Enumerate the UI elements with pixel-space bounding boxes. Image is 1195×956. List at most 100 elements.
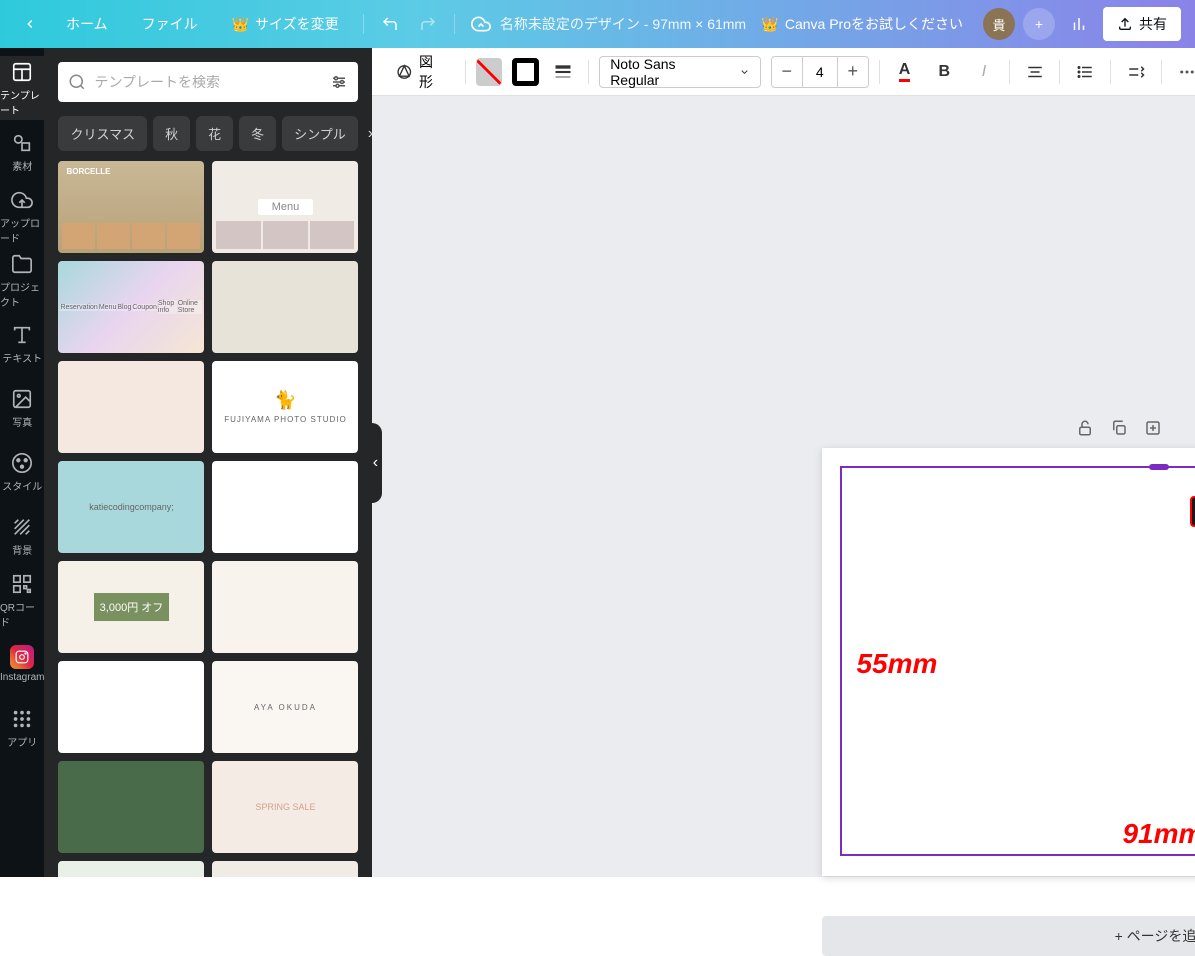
- template-thumbnail[interactable]: SPRING SALE: [212, 761, 358, 853]
- tmpl-text: 3,000円 オフ: [94, 593, 170, 621]
- canvas-area[interactable]: 幅：91 高さ：55 55mm 91mm + ページを追加: [372, 96, 1195, 877]
- size-increase[interactable]: +: [838, 61, 868, 82]
- border-color[interactable]: [512, 58, 539, 86]
- crown-icon: 👑: [232, 16, 249, 33]
- template-thumbnail[interactable]: [58, 161, 204, 253]
- filter-icon[interactable]: [330, 73, 348, 91]
- font-size-group: − 4 +: [771, 56, 869, 88]
- lock-button[interactable]: [1073, 416, 1097, 440]
- border-style[interactable]: [549, 56, 579, 88]
- template-thumbnail[interactable]: [212, 561, 358, 653]
- sb-label: Instagram: [0, 672, 44, 683]
- size-value[interactable]: 4: [802, 57, 838, 87]
- text-color[interactable]: A: [890, 56, 920, 88]
- template-thumbnail[interactable]: [212, 461, 358, 553]
- sidebar-item-apps[interactable]: アプリ: [0, 696, 44, 760]
- sidebar-item-instagram[interactable]: Instagram: [0, 632, 44, 696]
- upload-icon: [1117, 16, 1133, 32]
- sb-label: 素材: [12, 158, 32, 173]
- italic-button[interactable]: I: [969, 56, 999, 88]
- share-label: 共有: [1139, 14, 1167, 34]
- size-decrease[interactable]: −: [772, 61, 802, 82]
- sidebar-item-template[interactable]: テンプレート: [0, 56, 44, 120]
- pro-label: Canva Proをお試しください: [785, 14, 963, 34]
- folder-icon: [10, 252, 34, 276]
- fill-color[interactable]: [476, 58, 502, 86]
- add-page-bar[interactable]: + ページを追加: [822, 916, 1195, 956]
- home-button[interactable]: ホーム: [52, 7, 122, 41]
- search-icon: [68, 73, 86, 91]
- tag-item[interactable]: 花: [196, 116, 233, 151]
- template-thumbnail[interactable]: [212, 261, 358, 353]
- add-member-button[interactable]: +: [1023, 8, 1055, 40]
- left-sidebar: テンプレート 素材 アップロード プロジェクト テキスト 写真 スタイル 背景: [0, 48, 44, 877]
- stats-button[interactable]: [1063, 8, 1095, 40]
- edit-shape-button[interactable]: 図形: [386, 56, 454, 88]
- tmpl-text: SPRING SALE: [255, 802, 315, 812]
- back-button[interactable]: [14, 8, 46, 40]
- tag-item[interactable]: シンプル: [282, 116, 358, 151]
- more-button[interactable]: [1172, 56, 1195, 88]
- template-thumbnail[interactable]: [58, 761, 204, 853]
- avatar[interactable]: 貴: [983, 8, 1015, 40]
- add-page-button[interactable]: [1141, 416, 1165, 440]
- canvas-wrap: 図形 Noto Sans Regular − 4 + A B I: [372, 48, 1195, 877]
- sb-label: 写真: [12, 414, 32, 429]
- collapse-panel-button[interactable]: ‹: [368, 423, 382, 503]
- share-button[interactable]: 共有: [1103, 7, 1181, 41]
- template-thumbnail[interactable]: katiecodingcompany;: [58, 461, 204, 553]
- shape-label: 図形: [419, 52, 445, 92]
- tmpl-text: katiecodingcompany;: [89, 502, 174, 512]
- file-menu[interactable]: ファイル: [128, 7, 212, 41]
- selection-handle[interactable]: [1149, 464, 1169, 470]
- elements-icon: [10, 131, 34, 155]
- instagram-icon: [10, 645, 34, 669]
- sidebar-item-text[interactable]: テキスト: [0, 312, 44, 376]
- font-select[interactable]: Noto Sans Regular: [599, 56, 761, 88]
- redo-button[interactable]: [412, 8, 444, 40]
- sidebar-item-qrcode[interactable]: QRコード: [0, 568, 44, 632]
- template-thumbnail[interactable]: AYA OKUDA: [212, 661, 358, 753]
- style-icon: [10, 451, 34, 475]
- resize-button[interactable]: 👑 サイズを変更: [218, 7, 353, 41]
- template-thumbnail[interactable]: [58, 661, 204, 753]
- apps-icon: [10, 707, 34, 731]
- list-button[interactable]: [1070, 56, 1100, 88]
- sidebar-item-photo[interactable]: 写真: [0, 376, 44, 440]
- template-thumbnail[interactable]: [58, 361, 204, 453]
- page-canvas[interactable]: 幅：91 高さ：55 55mm 91mm: [822, 448, 1195, 876]
- duplicate-button[interactable]: [1107, 416, 1131, 440]
- bold-button[interactable]: B: [929, 56, 959, 88]
- qrcode-icon: [10, 572, 34, 596]
- sidebar-item-background[interactable]: 背景: [0, 504, 44, 568]
- template-thumbnail[interactable]: Menu: [212, 161, 358, 253]
- text-icon: [10, 323, 34, 347]
- tag-item[interactable]: 冬: [239, 116, 276, 151]
- upload-icon: [10, 188, 34, 212]
- sb-label: QRコード: [0, 599, 44, 629]
- template-icon: [10, 60, 34, 84]
- template-thumbnail[interactable]: 3,000円 オフ: [58, 561, 204, 653]
- sidebar-item-style[interactable]: スタイル: [0, 440, 44, 504]
- template-thumbnail[interactable]: 🐈FUJIYAMA PHOTO STUDIO: [212, 361, 358, 453]
- pro-cta[interactable]: 👑 Canva Proをお試しください: [749, 7, 975, 41]
- sidebar-item-elements[interactable]: 素材: [0, 120, 44, 184]
- resize-label: サイズを変更: [255, 14, 339, 34]
- sidebar-item-project[interactable]: プロジェクト: [0, 248, 44, 312]
- tmpl-text: AYA OKUDA: [254, 703, 317, 712]
- sb-label: アプリ: [7, 734, 37, 749]
- annotation-width: 91mm: [1122, 818, 1195, 850]
- sidebar-item-upload[interactable]: アップロード: [0, 184, 44, 248]
- undo-button[interactable]: [374, 8, 406, 40]
- cloud-sync-icon[interactable]: [465, 8, 497, 40]
- template-thumbnail[interactable]: ReservationMenuBlogCouponShop infoOnline…: [58, 261, 204, 353]
- template-thumbnail[interactable]: [58, 861, 204, 877]
- spacing-button[interactable]: [1121, 56, 1151, 88]
- tag-item[interactable]: 秋: [153, 116, 190, 151]
- align-button[interactable]: [1020, 56, 1050, 88]
- font-name: Noto Sans Regular: [610, 56, 719, 88]
- search-input[interactable]: [94, 74, 322, 90]
- design-name[interactable]: 名称未設定のデザイン - 97mm × 61mm: [497, 14, 750, 34]
- template-thumbnail[interactable]: [212, 861, 358, 877]
- tag-item[interactable]: クリスマス: [58, 116, 147, 151]
